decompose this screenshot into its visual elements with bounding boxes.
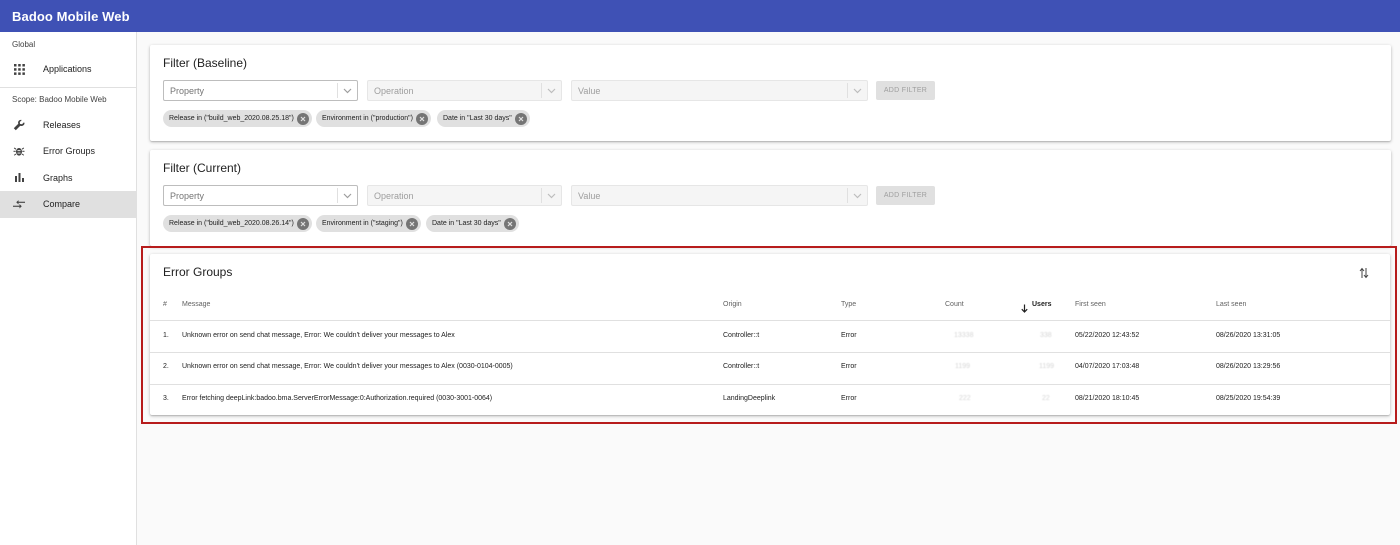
sidebar-item-label: Releases — [43, 119, 81, 130]
filter-baseline-title: Filter (Baseline) — [163, 56, 248, 70]
sidebar: Global Applications Scope: Badoo Mobile … — [0, 32, 137, 545]
chevron-down-icon — [541, 83, 561, 98]
filter-chip[interactable]: Release in ("build_web_2020.08.25.18") — [163, 110, 312, 127]
property-placeholder: Property — [170, 190, 205, 201]
bar-chart-icon — [13, 172, 25, 184]
sidebar-section-scope: Scope: Badoo Mobile Web — [12, 95, 107, 104]
chevron-down-icon — [847, 188, 867, 203]
compare-arrows-icon — [13, 198, 25, 210]
chevron-down-icon[interactable] — [337, 83, 357, 98]
value-placeholder: Value — [578, 85, 601, 96]
value-select: Value — [571, 80, 868, 101]
filter-chip[interactable]: Environment in ("production") — [316, 110, 431, 127]
sidebar-item-graphs[interactable]: Graphs — [0, 165, 136, 192]
bug-icon — [13, 145, 25, 157]
remove-chip-icon[interactable] — [415, 112, 428, 125]
operation-placeholder: Operation — [374, 190, 414, 201]
value-placeholder: Value — [578, 190, 601, 201]
chevron-down-icon[interactable] — [337, 188, 357, 203]
sidebar-section-global: Global — [12, 39, 36, 49]
add-filter-button[interactable]: ADD FILTER — [876, 186, 935, 205]
sidebar-item-applications[interactable]: Applications — [0, 56, 136, 83]
filter-chip[interactable]: Date in "Last 30 days" — [426, 215, 519, 232]
remove-chip-icon[interactable] — [296, 217, 309, 230]
value-select: Value — [571, 185, 868, 206]
sidebar-item-error-groups[interactable]: Error Groups — [0, 138, 136, 165]
operation-placeholder: Operation — [374, 85, 414, 96]
sidebar-item-label: Graphs — [43, 172, 73, 183]
app-title: Badoo Mobile Web — [12, 8, 130, 24]
app-bar: Badoo Mobile Web — [0, 0, 1400, 32]
remove-chip-icon[interactable] — [296, 112, 309, 125]
filter-chip[interactable]: Environment in ("staging") — [316, 215, 421, 232]
chevron-down-icon — [847, 83, 867, 98]
remove-chip-icon[interactable] — [514, 112, 527, 125]
filter-current-card: Filter (Current) Property Operation Valu… — [150, 150, 1391, 246]
highlight-box — [141, 246, 1397, 424]
wrench-icon — [13, 119, 25, 131]
operation-select: Operation — [367, 185, 562, 206]
property-placeholder: Property — [170, 85, 205, 96]
chip-label: Environment in ("production") — [322, 115, 413, 122]
sidebar-item-releases[interactable]: Releases — [0, 112, 136, 139]
chip-label: Environment in ("staging") — [322, 220, 403, 227]
remove-chip-icon[interactable] — [405, 217, 418, 230]
operation-select: Operation — [367, 80, 562, 101]
apps-grid-icon — [13, 63, 25, 75]
property-select[interactable]: Property — [163, 185, 358, 206]
sidebar-item-label: Compare — [43, 199, 81, 210]
chip-label: Release in ("build_web_2020.08.26.14") — [169, 220, 294, 227]
filter-chip[interactable]: Date in "Last 30 days" — [437, 110, 530, 127]
chip-label: Release in ("build_web_2020.08.25.18") — [169, 115, 294, 122]
sidebar-item-label: Error Groups — [43, 146, 96, 157]
sidebar-item-label: Applications — [43, 64, 92, 75]
sidebar-item-compare[interactable]: Compare — [0, 191, 136, 218]
remove-chip-icon[interactable] — [503, 217, 516, 230]
chip-label: Date in "Last 30 days" — [432, 220, 501, 227]
property-select[interactable]: Property — [163, 80, 358, 101]
filter-baseline-card: Filter (Baseline) Property Operation Val… — [150, 45, 1391, 141]
chevron-down-icon — [541, 188, 561, 203]
chip-label: Date in "Last 30 days" — [443, 115, 512, 122]
filter-current-title: Filter (Current) — [163, 161, 242, 175]
add-filter-button[interactable]: ADD FILTER — [876, 81, 935, 100]
filter-chip[interactable]: Release in ("build_web_2020.08.26.14") — [163, 215, 312, 232]
